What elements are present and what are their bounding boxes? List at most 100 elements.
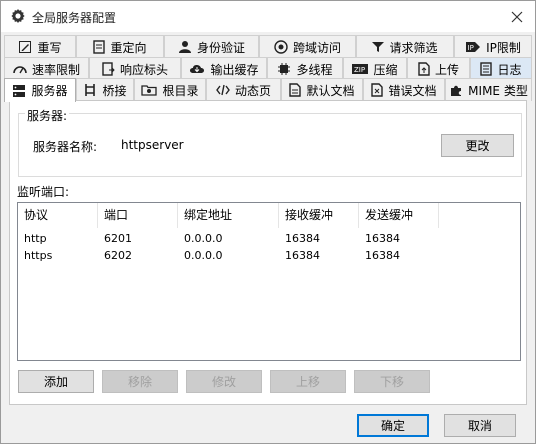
tab-bridge[interactable]: 桥接 <box>76 78 134 101</box>
tab-label: MIME 类型 <box>468 83 528 98</box>
svg-text:ZIP: ZIP <box>354 66 365 74</box>
globe-icon <box>274 40 288 54</box>
cell-receive-buffer: 16384 <box>285 249 320 262</box>
tab-rewrite[interactable]: 重写 <box>4 35 76 58</box>
tab-label: 重定向 <box>110 40 147 55</box>
tab-label: 服务器 <box>31 84 68 98</box>
user-icon <box>178 41 191 53</box>
tab-label: 桥接 <box>102 83 127 98</box>
column-header-receive-buffer[interactable]: 接收缓冲 <box>279 203 359 228</box>
table-row[interactable]: https 6202 0.0.0.0 16384 16384 <box>18 247 520 264</box>
tab-redirect[interactable]: 重定向 <box>76 35 164 58</box>
close-icon <box>511 11 523 22</box>
column-header-port[interactable]: 端口 <box>98 203 178 228</box>
edit-icon <box>19 41 32 53</box>
server-name-value: httpserver <box>121 138 184 152</box>
tab-log[interactable]: 日志 <box>470 57 532 80</box>
column-header-bind-address[interactable]: 绑定地址 <box>178 203 279 228</box>
tab-row-1: 重写 重定向 身份验证 跨域访问 请求筛选 IP IP限制 <box>1 35 535 58</box>
tab-label: 身份验证 <box>196 40 245 55</box>
tab-ip-restriction[interactable]: IP IP限制 <box>454 35 532 58</box>
cell-send-buffer: 16384 <box>365 249 400 262</box>
tab-label: 多线程 <box>296 62 333 77</box>
server-group-label: 服务器: <box>25 107 70 124</box>
server-name-label: 服务器名称: <box>33 140 98 154</box>
gear-icon <box>10 8 26 24</box>
tab-row-2: 速率限制 响应标头 输出缓存 多线程 ZIP 压缩 上传 日志 <box>1 57 535 80</box>
log-icon <box>480 62 493 76</box>
tab-request-filter[interactable]: 请求筛选 <box>356 35 454 58</box>
move-up-button[interactable]: 上移 <box>270 370 346 393</box>
tab-response-headers[interactable]: 响应标头 <box>89 57 181 80</box>
remove-button[interactable]: 移除 <box>102 370 178 393</box>
cancel-button[interactable]: 取消 <box>444 414 516 437</box>
ok-button[interactable]: 确定 <box>357 414 429 437</box>
upload-icon <box>418 62 430 76</box>
tab-authentication[interactable]: 身份验证 <box>164 35 259 58</box>
cloud-download-icon <box>190 65 205 73</box>
tab-label: 速率限制 <box>31 62 80 77</box>
tab-multithread[interactable]: 多线程 <box>267 57 343 80</box>
code-icon <box>216 84 230 96</box>
tab-dynamic-page[interactable]: 动态页 <box>206 78 281 101</box>
tab-label: 跨域访问 <box>292 40 341 55</box>
server-tab-panel: 服务器: 服务器名称: httpserver 更改 监听端口: 协议 端口 绑定… <box>9 100 527 405</box>
cell-protocol: http <box>24 232 47 245</box>
list-header: 协议 端口 绑定地址 接收缓冲 发送缓冲 <box>18 203 520 228</box>
cell-port: 6202 <box>104 249 132 262</box>
change-button[interactable]: 更改 <box>441 134 514 157</box>
modify-button[interactable]: 修改 <box>186 370 262 393</box>
tab-cors[interactable]: 跨域访问 <box>259 35 356 58</box>
tab-label: 错误文档 <box>388 83 437 98</box>
cell-receive-buffer: 16384 <box>285 232 320 245</box>
tab-compression[interactable]: ZIP 压缩 <box>343 57 407 80</box>
table-row[interactable]: http 6201 0.0.0.0 16384 16384 <box>18 230 520 247</box>
cpu-icon <box>278 63 291 75</box>
cell-bind-address: 0.0.0.0 <box>184 249 223 262</box>
tab-strip: 重写 重定向 身份验证 跨域访问 请求筛选 IP IP限制 速率限制 响应标头 … <box>1 32 535 102</box>
tab-default-document[interactable]: 默认文档 <box>281 78 363 101</box>
tab-root-directory[interactable]: 根目录 <box>134 78 206 101</box>
tab-upload[interactable]: 上传 <box>407 57 470 80</box>
title-bar: 全局服务器配置 <box>1 1 535 32</box>
puzzle-icon <box>451 85 462 96</box>
cell-send-buffer: 16384 <box>365 232 400 245</box>
tab-rate-limit[interactable]: 速率限制 <box>4 57 89 80</box>
move-down-button[interactable]: 下移 <box>354 370 430 393</box>
tab-mime-types[interactable]: MIME 类型 <box>445 78 532 101</box>
tab-label: 重写 <box>37 40 62 55</box>
error-doc-icon <box>371 83 384 97</box>
tab-label: 压缩 <box>373 62 398 77</box>
close-button[interactable] <box>499 1 535 32</box>
tab-label: 动态页 <box>234 83 271 98</box>
gauge-icon <box>13 66 27 74</box>
tab-output-cache[interactable]: 输出缓存 <box>181 57 267 80</box>
config-dialog: 全局服务器配置 重写 重定向 身份验证 跨域访问 请求筛选 IP IP限制 速率… <box>0 0 536 444</box>
cell-port: 6201 <box>104 232 132 245</box>
bridge-icon <box>85 84 96 96</box>
cell-bind-address: 0.0.0.0 <box>184 232 223 245</box>
listen-ports-list[interactable]: 协议 端口 绑定地址 接收缓冲 发送缓冲 http 6201 0.0.0.0 1… <box>17 202 521 361</box>
column-header-protocol[interactable]: 协议 <box>18 203 98 228</box>
server-icon <box>13 84 26 97</box>
tab-server[interactable]: 服务器 <box>4 78 76 102</box>
folder-icon <box>141 85 158 96</box>
tab-label: 根目录 <box>162 83 199 98</box>
tab-label: 响应标头 <box>119 62 168 77</box>
ip-icon: IP <box>466 42 481 52</box>
tab-label: 请求筛选 <box>389 40 438 55</box>
tab-label: 日志 <box>497 62 522 77</box>
default-doc-icon <box>289 83 302 97</box>
response-icon <box>102 62 115 76</box>
column-header-send-buffer[interactable]: 发送缓冲 <box>359 203 439 228</box>
tab-error-document[interactable]: 错误文档 <box>363 78 445 101</box>
window-title: 全局服务器配置 <box>32 11 117 25</box>
svg-text:IP: IP <box>468 44 474 52</box>
add-button[interactable]: 添加 <box>18 370 94 393</box>
document-icon <box>93 40 106 54</box>
listen-ports-label: 监听端口: <box>17 185 70 199</box>
tab-row-3: 服务器 桥接 根目录 动态页 默认文档 错误文档 MIME 类型 <box>1 78 535 102</box>
zip-icon: ZIP <box>352 64 369 74</box>
tab-label: IP限制 <box>486 40 521 55</box>
server-group: 服务器: 服务器名称: httpserver 更改 <box>18 107 522 177</box>
